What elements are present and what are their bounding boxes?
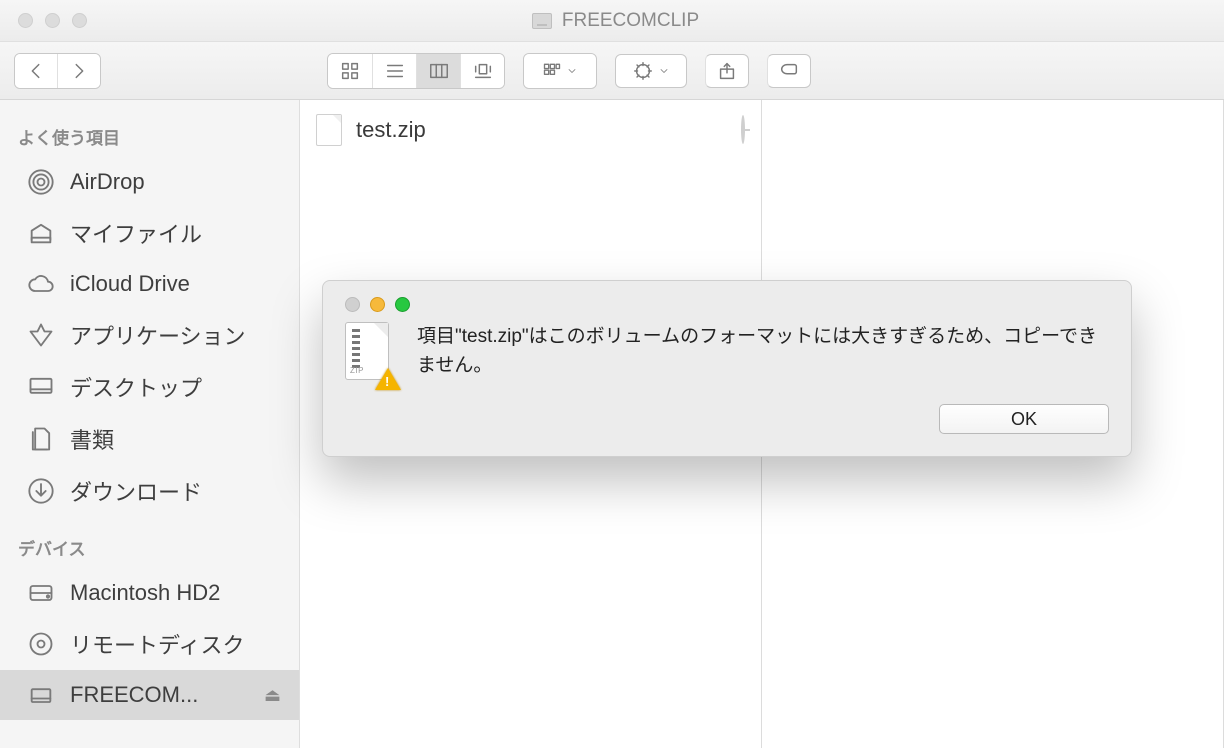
tags-button[interactable] bbox=[767, 54, 811, 88]
sidebar-item-myfiles[interactable]: マイファイル bbox=[0, 207, 299, 259]
sidebar-item-desktop[interactable]: デスクトップ bbox=[0, 361, 299, 413]
ok-button[interactable]: OK bbox=[939, 404, 1109, 434]
sidebar-item-label: ダウンロード bbox=[70, 475, 202, 507]
sidebar-item-applications[interactable]: アプリケーション bbox=[0, 309, 299, 361]
hdd-icon bbox=[26, 578, 56, 608]
alert-dialog: ZIP 項目"test.zip"はこのボリュームのフォーマットには大きすぎるため… bbox=[322, 280, 1132, 457]
sidebar-item-label: リモートディスク bbox=[70, 628, 244, 660]
content-area: test.zip ZIP bbox=[300, 100, 1224, 748]
zip-label: ZIP bbox=[350, 366, 364, 375]
dialog-message: 項目"test.zip"はこのボリュームのフォーマットには大きすぎるため、コピー… bbox=[417, 322, 1109, 381]
window-title-wrap: FREECOMCLIP bbox=[87, 10, 1144, 32]
sidebar-item-airdrop[interactable]: AirDrop bbox=[0, 157, 299, 207]
sidebar-item-label: アプリケーション bbox=[70, 319, 246, 351]
window-minimize-button[interactable] bbox=[45, 13, 60, 28]
eject-icon[interactable]: ⏏ bbox=[264, 685, 281, 706]
toolbar bbox=[0, 42, 1224, 100]
dialog-close-button[interactable] bbox=[345, 297, 360, 312]
sidebar-item-label: AirDrop bbox=[70, 169, 145, 195]
sidebar-item-label: デスクトップ bbox=[70, 371, 202, 403]
dialog-minimize-button[interactable] bbox=[370, 297, 385, 312]
optical-disc-icon bbox=[26, 629, 56, 659]
dialog-icon: ZIP bbox=[345, 322, 397, 386]
dialog-zoom-button[interactable] bbox=[395, 297, 410, 312]
sidebar-item-remote-disc[interactable]: リモートディスク bbox=[0, 618, 299, 670]
nav-group bbox=[14, 53, 101, 89]
window-title: FREECOMCLIP bbox=[562, 10, 699, 32]
sidebar-section-devices: デバイス bbox=[0, 529, 299, 568]
desktop-icon bbox=[26, 372, 56, 402]
warning-badge-icon bbox=[375, 368, 401, 390]
documents-icon bbox=[26, 424, 56, 454]
share-button[interactable] bbox=[705, 54, 749, 88]
arrange-button[interactable] bbox=[524, 54, 596, 88]
forward-button[interactable] bbox=[57, 54, 100, 88]
sidebar-item-freecomclip[interactable]: FREECOM... ⏏ bbox=[0, 670, 299, 720]
window-close-button[interactable] bbox=[18, 13, 33, 28]
window-zoom-button[interactable] bbox=[72, 13, 87, 28]
file-icon bbox=[316, 114, 342, 146]
airdrop-icon bbox=[26, 167, 56, 197]
column-view-button[interactable] bbox=[416, 54, 460, 88]
arrange-group bbox=[523, 53, 597, 89]
sidebar-section-favorites: よく使う項目 bbox=[0, 118, 299, 157]
list-view-button[interactable] bbox=[372, 54, 416, 88]
external-drive-icon bbox=[26, 680, 56, 710]
coverflow-view-button[interactable] bbox=[460, 54, 504, 88]
sidebar-item-label: マイファイル bbox=[70, 217, 202, 249]
icloud-icon bbox=[26, 269, 56, 299]
main: よく使う項目 AirDrop マイファイル iCloud Drive アプリケー… bbox=[0, 100, 1224, 748]
sidebar-item-label: 書類 bbox=[70, 423, 114, 455]
sidebar: よく使う項目 AirDrop マイファイル iCloud Drive アプリケー… bbox=[0, 100, 300, 748]
back-button[interactable] bbox=[15, 54, 57, 88]
sidebar-item-downloads[interactable]: ダウンロード bbox=[0, 465, 299, 517]
applications-icon bbox=[26, 320, 56, 350]
sidebar-item-macintosh-hd2[interactable]: Macintosh HD2 bbox=[0, 568, 299, 618]
external-drive-icon bbox=[532, 13, 552, 29]
titlebar: FREECOMCLIP bbox=[0, 0, 1224, 42]
action-menu-button[interactable] bbox=[615, 54, 687, 88]
sidebar-item-documents[interactable]: 書類 bbox=[0, 413, 299, 465]
sidebar-item-icloud[interactable]: iCloud Drive bbox=[0, 259, 299, 309]
sidebar-item-label: iCloud Drive bbox=[70, 271, 190, 297]
dialog-window-controls bbox=[345, 297, 1109, 312]
window-controls bbox=[0, 13, 87, 28]
sidebar-item-label: Macintosh HD2 bbox=[70, 580, 220, 606]
clock-icon bbox=[741, 115, 745, 144]
view-mode-group bbox=[327, 53, 505, 89]
file-name: test.zip bbox=[356, 117, 426, 143]
myfiles-icon bbox=[26, 218, 56, 248]
file-row[interactable]: test.zip bbox=[312, 108, 749, 152]
sidebar-item-label: FREECOM... bbox=[70, 682, 198, 708]
downloads-icon bbox=[26, 476, 56, 506]
icon-view-button[interactable] bbox=[328, 54, 372, 88]
file-meta-icon bbox=[741, 117, 745, 143]
